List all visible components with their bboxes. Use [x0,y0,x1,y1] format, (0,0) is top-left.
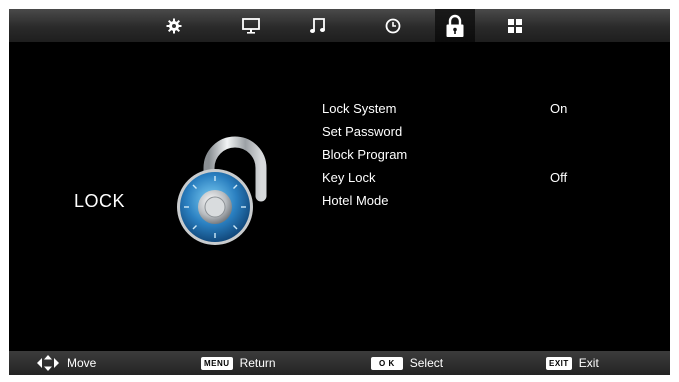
page-title: LOCK [74,191,126,211]
menu-item-value: Off [550,170,568,185]
menu-item-lock-system[interactable]: Lock System On [322,101,622,123]
hint-return: MENU Return [201,351,276,375]
exit-key-badge: EXIT [546,356,572,370]
hint-move: Move [37,351,96,375]
lock-menu-panel: LOCK Lock System On Set Password Block P… [9,42,670,351]
clock-icon [385,18,401,33]
hint-select: O K Select [371,351,443,375]
menu-item-value: On [550,101,568,116]
menu-item-label: Block Program [322,147,408,162]
menu-item-label: Lock System [322,101,397,116]
hint-label: Move [67,356,97,370]
menu-item-key-lock[interactable]: Key Lock Off [322,170,622,192]
menu-key-badge: MENU [201,356,233,370]
hint-label: Return [239,356,276,370]
hint-label: Select [409,356,444,370]
tab-settings[interactable] [159,9,189,42]
tab-picture[interactable] [236,9,266,42]
ok-key-badge: O K [371,356,403,370]
remote-hint-bar: Move MENU Return O K Select EXIT Exit [9,351,670,375]
padlock-icon [446,14,464,37]
directional-arrows-icon [37,355,59,371]
menu-item-label: Set Password [322,124,403,139]
tab-lock[interactable] [435,9,475,42]
tab-setup[interactable] [500,9,530,42]
hint-exit: EXIT Exit [546,351,599,375]
tab-time[interactable] [378,9,408,42]
menu-item-set-password[interactable]: Set Password [322,124,622,146]
tab-sound[interactable] [303,9,333,42]
menu-item-label: Key Lock [322,170,376,185]
grid-icon [508,18,522,33]
tv-osd-screen: LOCK Lock System On Set Password Block P… [9,9,670,375]
hint-label: Exit [578,356,599,370]
music-note-icon [310,18,325,33]
monitor-icon [242,17,260,34]
menu-item-label: Hotel Mode [322,193,389,208]
category-tab-bar [9,9,670,42]
settings-gear-icon [166,18,182,33]
combination-lock-illustration [177,136,267,245]
menu-item-block-program[interactable]: Block Program [322,147,622,169]
menu-item-hotel-mode[interactable]: Hotel Mode [322,193,622,215]
